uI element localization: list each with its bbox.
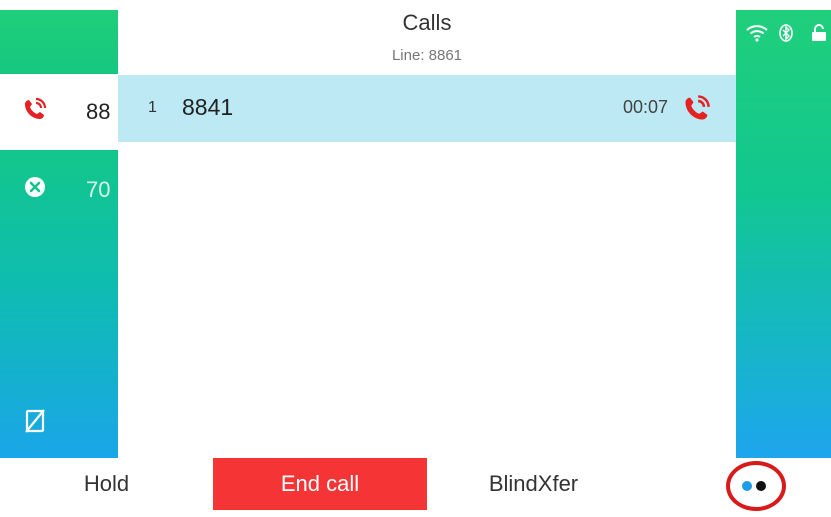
do-not-disturb-icon bbox=[22, 174, 48, 200]
status-panel bbox=[736, 10, 831, 458]
unlock-icon bbox=[810, 24, 828, 47]
call-number: 8841 bbox=[182, 94, 234, 120]
active-call-icon bbox=[682, 93, 712, 123]
line-subtitle: Line: 8861 bbox=[391, 47, 463, 64]
line-key-label: 88 bbox=[86, 99, 111, 124]
call-header: Calls Line: 8861 bbox=[118, 0, 736, 75]
line-key-dnd[interactable]: 70 bbox=[0, 150, 118, 458]
call-duration: 00:07 bbox=[622, 97, 668, 117]
line-key-active[interactable]: 88 bbox=[0, 75, 118, 142]
softkey-bar: Hold End call BlindXfer bbox=[0, 458, 831, 517]
end-call-button[interactable]: End call bbox=[213, 458, 427, 510]
wifi-icon bbox=[746, 24, 768, 47]
blind-transfer-button[interactable]: BlindXfer bbox=[427, 458, 640, 510]
no-handset-icon bbox=[22, 408, 48, 434]
line-key-label: 70 bbox=[86, 177, 111, 202]
line-keys-panel: 88 70 bbox=[0, 0, 118, 458]
active-call-icon bbox=[22, 96, 48, 122]
more-softkeys-button[interactable] bbox=[724, 458, 788, 513]
left-header-block bbox=[0, 10, 118, 74]
hold-button[interactable]: Hold bbox=[0, 458, 213, 510]
bluetooth-icon bbox=[779, 24, 793, 47]
call-index: 1 bbox=[148, 99, 157, 116]
page-title: Calls bbox=[402, 10, 452, 35]
active-call-row[interactable]: 1 8841 00:07 bbox=[118, 75, 736, 142]
